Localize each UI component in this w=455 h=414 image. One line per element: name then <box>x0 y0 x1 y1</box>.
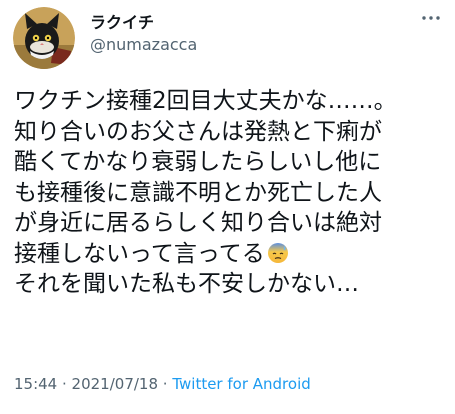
user-handle[interactable]: @numazacca <box>90 35 197 55</box>
tweet-meta: 15:44 · 2021/07/18 · Twitter for Android <box>14 374 311 394</box>
tweet-line: が身近に居るらしく知り合いは絶対 <box>14 210 382 236</box>
tweet-line: それを聞いた私も不安しかない… <box>14 271 359 297</box>
cat-avatar-icon <box>13 7 75 69</box>
tweet-time[interactable]: 15:44 <box>14 375 57 393</box>
tweet-line: 酷くてかなり衰弱したらしいし他に <box>14 149 382 175</box>
more-options-icon[interactable] <box>416 6 446 30</box>
tweet-text: ワクチン接種2回目大丈夫かな……。 知り合いのお父さんは発熱と下痢が 酷くてかな… <box>14 86 452 300</box>
tweet-line: 知り合いのお父さんは発熱と下痢が <box>14 118 382 145</box>
meta-separator: · <box>158 375 173 393</box>
tweet-date[interactable]: 2021/07/18 <box>72 375 158 393</box>
tweet-card: ラクイチ @numazacca ワクチン接種2回目大丈夫かな……。 知り合いのお… <box>0 0 455 414</box>
tweet-source-link[interactable]: Twitter for Android <box>172 375 310 393</box>
tweet-line: ワクチン接種2回目大丈夫かな……。 <box>14 88 397 114</box>
display-name[interactable]: ラクイチ <box>90 13 154 33</box>
user-avatar[interactable] <box>13 7 75 69</box>
worried-sweat-face-icon <box>267 242 289 264</box>
meta-separator: · <box>57 375 72 393</box>
tweet-line-text: 接種しないって言ってる <box>14 240 265 267</box>
tweet-line-with-emoji: 接種しないって言ってる <box>14 239 452 270</box>
tweet-line: も接種後に意識不明とか死亡した人 <box>14 179 382 206</box>
